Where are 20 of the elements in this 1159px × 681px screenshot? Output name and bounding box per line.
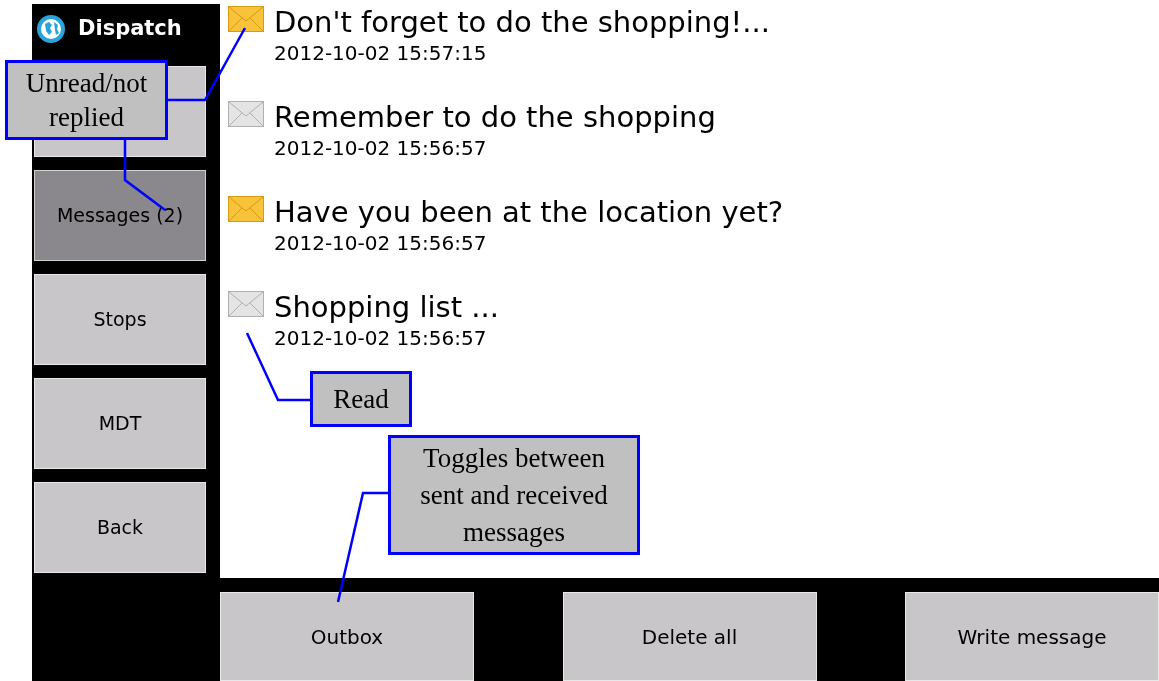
message-time: 2012-10-02 15:56:57 [274,325,488,351]
sidebar-button[interactable]: Messages (2) [34,170,206,261]
action-button[interactable]: Write message [905,592,1159,681]
sidebar-button[interactable]: MDT [34,378,206,469]
callout-tooltip: Unread/not replied [5,60,168,140]
sidebar-button[interactable]: Back [34,482,206,573]
message-subject[interactable]: Shopping list ... [274,289,499,325]
callout-tooltip: Read [310,371,412,427]
action-button[interactable]: Delete all [562,592,817,681]
message-time: 2012-10-02 15:56:57 [274,135,488,161]
message-time: 2012-10-02 15:57:15 [274,40,488,66]
globe-icon [36,14,66,44]
callout-tooltip: Toggles between sent and received messages [388,435,640,555]
action-button[interactable]: Outbox [220,592,474,681]
sidebar-button[interactable]: Stops [34,274,206,365]
app-title: Dispatch [78,15,182,43]
message-subject[interactable]: Don't forget to do the shopping!... [274,4,770,40]
message-time: 2012-10-02 15:56:57 [274,230,488,256]
message-subject[interactable]: Have you been at the location yet? [274,194,784,230]
message-subject[interactable]: Remember to do the shopping [274,99,716,135]
